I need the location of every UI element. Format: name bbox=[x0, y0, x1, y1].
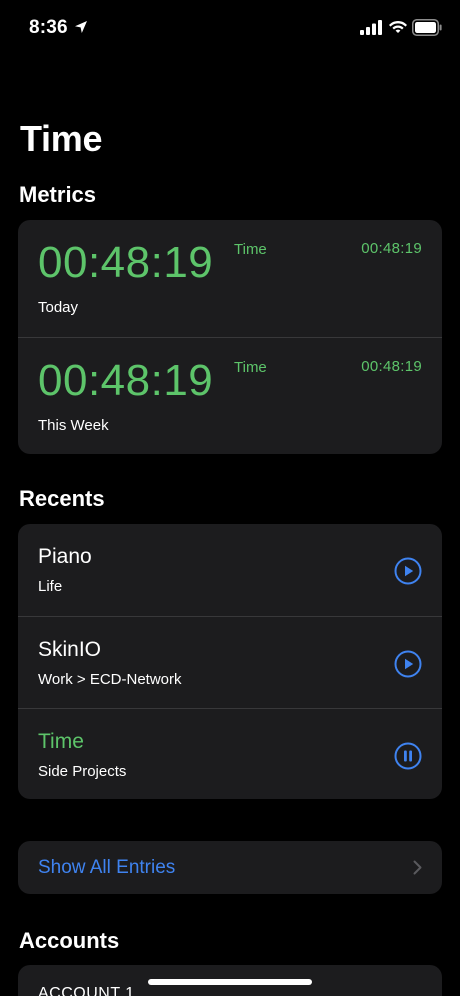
account-item-label[interactable]: ACCOUNT 1 bbox=[38, 985, 135, 996]
metric-week-label: This Week bbox=[38, 417, 109, 434]
metric-week-value: 00:48:19 bbox=[38, 356, 214, 405]
wifi-icon bbox=[389, 21, 407, 33]
show-all-entries-button[interactable]: Show All Entries bbox=[18, 841, 442, 894]
metric-today-side-label: Time bbox=[234, 241, 267, 258]
pause-icon[interactable] bbox=[394, 742, 422, 770]
show-all-entries-label: Show All Entries bbox=[38, 857, 176, 878]
battery-icon bbox=[412, 19, 442, 36]
recent-item-piano[interactable]: Piano Life bbox=[18, 524, 442, 616]
recent-item-title: SkinIO bbox=[38, 638, 102, 661]
chevron-right-icon bbox=[413, 860, 422, 875]
metrics-card: 00:48:19 Today Time 00:48:19 00:48:19 Th… bbox=[18, 220, 442, 454]
play-icon[interactable] bbox=[394, 650, 422, 678]
status-bar: 8:36 bbox=[0, 0, 460, 56]
recent-item-subtitle: Side Projects bbox=[38, 763, 127, 780]
recent-item-subtitle: Life bbox=[38, 578, 63, 595]
play-icon[interactable] bbox=[394, 557, 422, 585]
metric-today-label: Today bbox=[38, 299, 79, 316]
signal-icon bbox=[360, 20, 382, 35]
recent-item-skinio[interactable]: SkinIO Work > ECD-Network bbox=[18, 616, 442, 708]
accounts-section-title: Accounts bbox=[19, 928, 120, 953]
metric-row-today[interactable]: 00:48:19 Today Time 00:48:19 bbox=[18, 220, 442, 337]
metric-today-side-value: 00:48:19 bbox=[361, 240, 422, 257]
recents-card: Piano Life SkinIO Work > ECD-Network Tim… bbox=[18, 524, 442, 799]
location-arrow-icon bbox=[75, 21, 87, 33]
metric-week-side-label: Time bbox=[234, 359, 267, 376]
recent-item-title: Time bbox=[38, 730, 84, 753]
metrics-section-title: Metrics bbox=[19, 182, 97, 207]
recent-item-subtitle: Work > ECD-Network bbox=[38, 671, 182, 688]
recent-item-title: Piano bbox=[38, 545, 92, 568]
page-title: Time bbox=[20, 118, 103, 159]
status-time: 8:36 bbox=[29, 17, 68, 38]
metric-week-side-value: 00:48:19 bbox=[361, 358, 422, 375]
recents-section-title: Recents bbox=[19, 486, 105, 511]
metric-row-week[interactable]: 00:48:19 This Week Time 00:48:19 bbox=[18, 337, 442, 454]
recent-item-time[interactable]: Time Side Projects bbox=[18, 708, 442, 799]
home-indicator[interactable] bbox=[148, 979, 312, 985]
metric-today-value: 00:48:19 bbox=[38, 238, 214, 287]
